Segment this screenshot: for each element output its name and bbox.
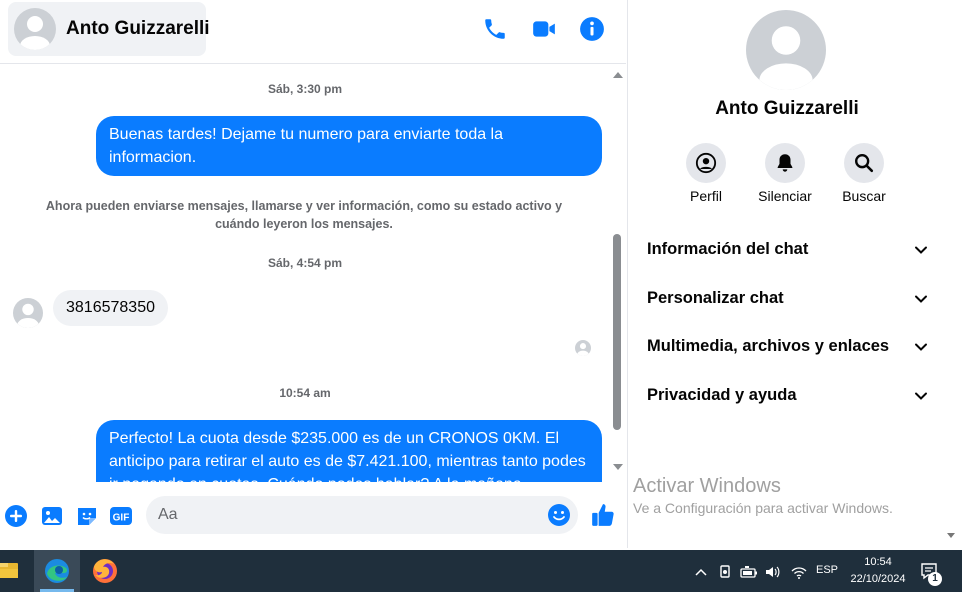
scroll-thumb[interactable]: [613, 234, 621, 430]
profile-avatar[interactable]: [746, 10, 826, 90]
scroll-up-arrow-icon[interactable]: [613, 72, 623, 78]
contact-name: Anto Guizzarelli: [66, 18, 210, 39]
gif-icon[interactable]: GIF: [109, 504, 133, 528]
phone-icon[interactable]: [482, 16, 508, 42]
emoji-icon[interactable]: [547, 503, 571, 527]
clock-time[interactable]: 10:54: [848, 556, 908, 568]
info-icon[interactable]: [579, 16, 605, 42]
clock-date[interactable]: 22/10/2024: [843, 573, 913, 585]
profile-button[interactable]: Perfil: [666, 143, 746, 204]
search-button[interactable]: Buscar: [824, 143, 904, 204]
chevron-down-icon: [913, 242, 929, 258]
timestamp: Sáb, 4:54 pm: [267, 256, 343, 270]
section-customize-chat[interactable]: Personalizar chat: [647, 286, 929, 310]
scroll-down-arrow-icon[interactable]: [613, 464, 623, 470]
seen-receipt-avatar: [575, 340, 591, 356]
section-privacy-help[interactable]: Privacidad y ayuda: [647, 383, 929, 407]
bell-icon: [777, 154, 793, 172]
chevron-down-icon: [913, 339, 929, 355]
activate-windows-title: Activar Windows: [633, 475, 781, 497]
input-language[interactable]: ESP: [816, 564, 838, 576]
profile-icon: [695, 152, 717, 174]
profile-name: Anto Guizzarelli: [715, 98, 859, 119]
notification-count-badge: 1: [928, 572, 942, 586]
section-media-files-links[interactable]: Multimedia, archivos y enlaces: [647, 334, 929, 358]
composer: GIF: [0, 492, 626, 540]
message-scrollbar[interactable]: [610, 66, 626, 482]
like-icon[interactable]: [590, 502, 616, 528]
outgoing-message[interactable]: Buenas tardes! Dejame tu numero para env…: [96, 116, 602, 176]
activate-windows-subtitle: Ve a Configuración para activar Windows.: [633, 500, 893, 516]
section-label: Multimedia, archivos y enlaces: [647, 337, 890, 355]
sender-avatar[interactable]: [13, 298, 43, 328]
profile-button-label: Perfil: [690, 188, 722, 204]
section-label: Información del chat: [647, 240, 809, 258]
timestamp: Sáb, 3:30 pm: [267, 82, 343, 96]
chat-window: Anto Guizzarelli Sáb, 3:30 pm Buenas tar…: [0, 0, 626, 548]
incoming-message[interactable]: 3816578350: [53, 290, 168, 326]
mute-button[interactable]: Silenciar: [745, 143, 825, 204]
section-chat-info[interactable]: Información del chat: [647, 237, 929, 261]
outgoing-message[interactable]: Perfecto! La cuota desde $235.000 es de …: [96, 420, 602, 482]
message-input-container[interactable]: [146, 496, 578, 534]
system-notice: Ahora pueden enviarse mensajes, llamarse…: [45, 199, 563, 231]
file-explorer-icon[interactable]: [0, 550, 22, 592]
firefox-icon[interactable]: [84, 550, 126, 592]
message-input[interactable]: [158, 496, 538, 534]
show-hidden-icons-chevron-up-icon[interactable]: [694, 563, 708, 581]
edge-icon[interactable]: [34, 550, 80, 592]
device-meet-now-icon[interactable]: [718, 563, 732, 581]
plus-icon[interactable]: [4, 504, 28, 528]
windows-taskbar: ESP 10:54 22/10/2024 1: [0, 550, 962, 592]
contact-header-button[interactable]: Anto Guizzarelli: [8, 2, 210, 56]
search-icon: [855, 154, 874, 173]
mute-button-label: Silenciar: [758, 188, 812, 204]
contact-avatar: [14, 8, 56, 50]
search-button-label: Buscar: [842, 188, 886, 204]
section-label: Privacidad y ayuda: [647, 386, 797, 404]
video-icon[interactable]: [531, 16, 557, 42]
conversation-details-panel: Anto Guizzarelli Perfil Silenciar Buscar…: [627, 0, 962, 548]
sticker-icon[interactable]: [75, 504, 99, 528]
chevron-down-icon: [913, 388, 929, 404]
section-label: Personalizar chat: [647, 289, 784, 307]
panel-scroll-down-arrow-icon[interactable]: [947, 533, 955, 538]
chat-header: Anto Guizzarelli: [0, 0, 626, 64]
gif-label: GIF: [113, 513, 130, 524]
volume-icon[interactable]: [764, 563, 782, 581]
battery-icon[interactable]: [740, 563, 758, 581]
timestamp: 10:54 am: [279, 386, 331, 400]
wifi-icon[interactable]: [790, 563, 808, 581]
chevron-down-icon: [913, 291, 929, 307]
photo-icon[interactable]: [40, 504, 64, 528]
message-list[interactable]: Sáb, 3:30 pm Buenas tardes! Dejame tu nu…: [0, 66, 610, 482]
